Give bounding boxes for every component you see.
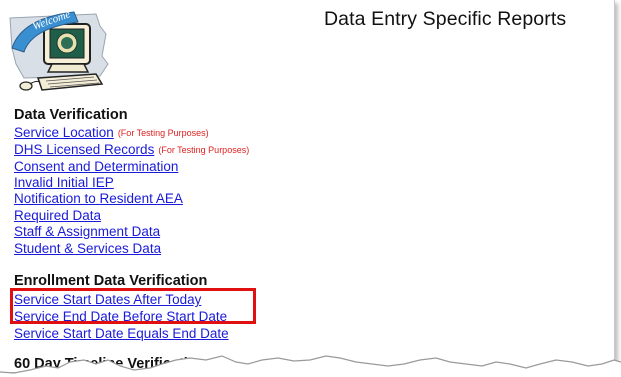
link-service-location[interactable]: Service Location (14, 125, 114, 140)
torn-edge-decoration (0, 355, 621, 377)
list-item: Consent and Determination (14, 158, 178, 175)
list-item: Service Start Date Equals End Date (14, 325, 229, 342)
list-item: Notification to Resident AEA (14, 190, 183, 207)
link-required-data[interactable]: Required Data (14, 208, 101, 223)
link-staff-assignment-data[interactable]: Staff & Assignment Data (14, 224, 160, 239)
link-service-start-date-equals-end-date[interactable]: Service Start Date Equals End Date (14, 326, 229, 341)
list-item: Student & Services Data (14, 240, 161, 257)
link-notification-to-resident-aea[interactable]: Notification to Resident AEA (14, 191, 183, 206)
section-title-enrollment-data-verification: Enrollment Data Verification (14, 273, 208, 289)
link-invalid-initial-iep[interactable]: Invalid Initial IEP (14, 175, 114, 190)
list-item: Staff & Assignment Data (14, 223, 160, 240)
section-title-data-verification: Data Verification (14, 107, 128, 123)
welcome-computer-logo: Welcome (9, 8, 109, 91)
link-dhs-licensed-records[interactable]: DHS Licensed Records (14, 142, 154, 157)
list-item: Service Location (For Testing Purposes) (14, 124, 209, 141)
report-page: Welcome Data Entry Specific Reports Data… (0, 0, 615, 372)
page-title: Data Entry Specific Reports (324, 8, 567, 30)
highlight-box (10, 288, 256, 324)
list-item: Invalid Initial IEP (14, 174, 114, 191)
list-item: Required Data (14, 207, 101, 224)
testing-note: (For Testing Purposes) (117, 128, 209, 138)
link-consent-and-determination[interactable]: Consent and Determination (14, 159, 178, 174)
link-student-services-data[interactable]: Student & Services Data (14, 241, 161, 256)
list-item: DHS Licensed Records (For Testing Purpose… (14, 141, 249, 158)
testing-note: (For Testing Purposes) (158, 145, 250, 155)
